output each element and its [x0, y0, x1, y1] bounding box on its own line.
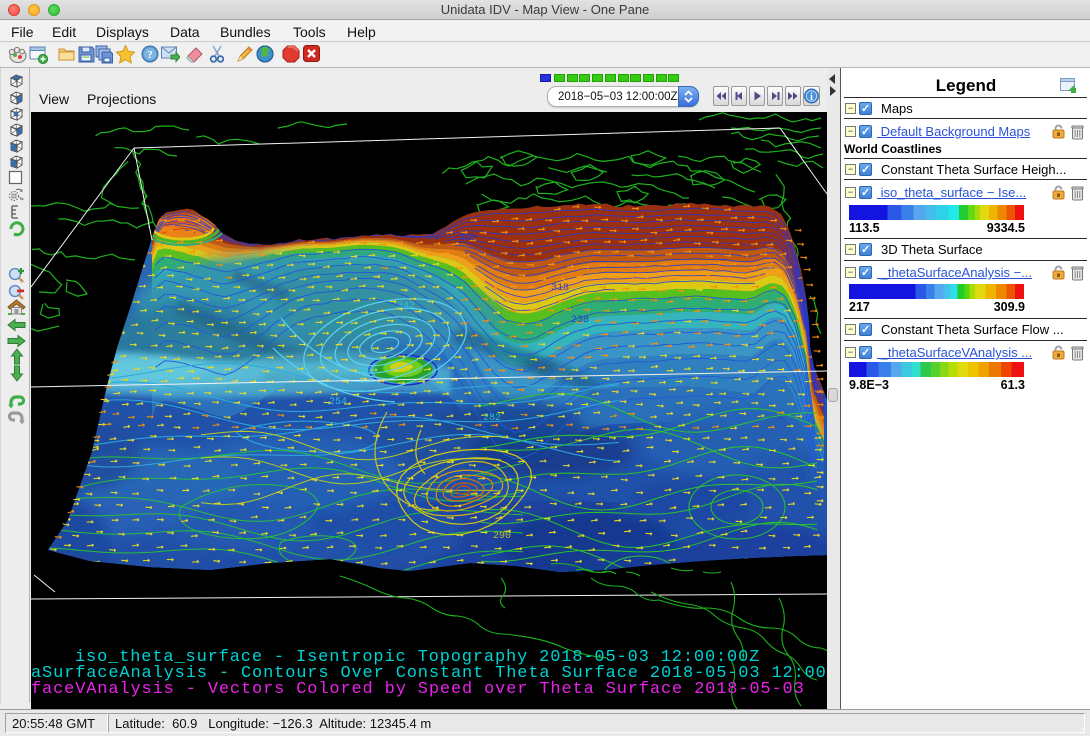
svg-text:250: 250	[359, 367, 377, 378]
svg-text:i: i	[810, 92, 813, 103]
svg-text:282: 282	[483, 413, 501, 424]
svg-text:342: 342	[397, 301, 415, 312]
svg-text:300: 300	[459, 233, 477, 244]
svg-text:254: 254	[329, 397, 347, 408]
svg-text:faceVAnalysis - Vectors Colore: faceVAnalysis - Vectors Colored by Speed…	[31, 680, 805, 699]
svg-text:238: 238	[571, 315, 589, 326]
svg-text:318: 318	[551, 283, 569, 294]
svg-text:?: ?	[147, 49, 153, 61]
svg-text:290: 290	[493, 531, 511, 542]
